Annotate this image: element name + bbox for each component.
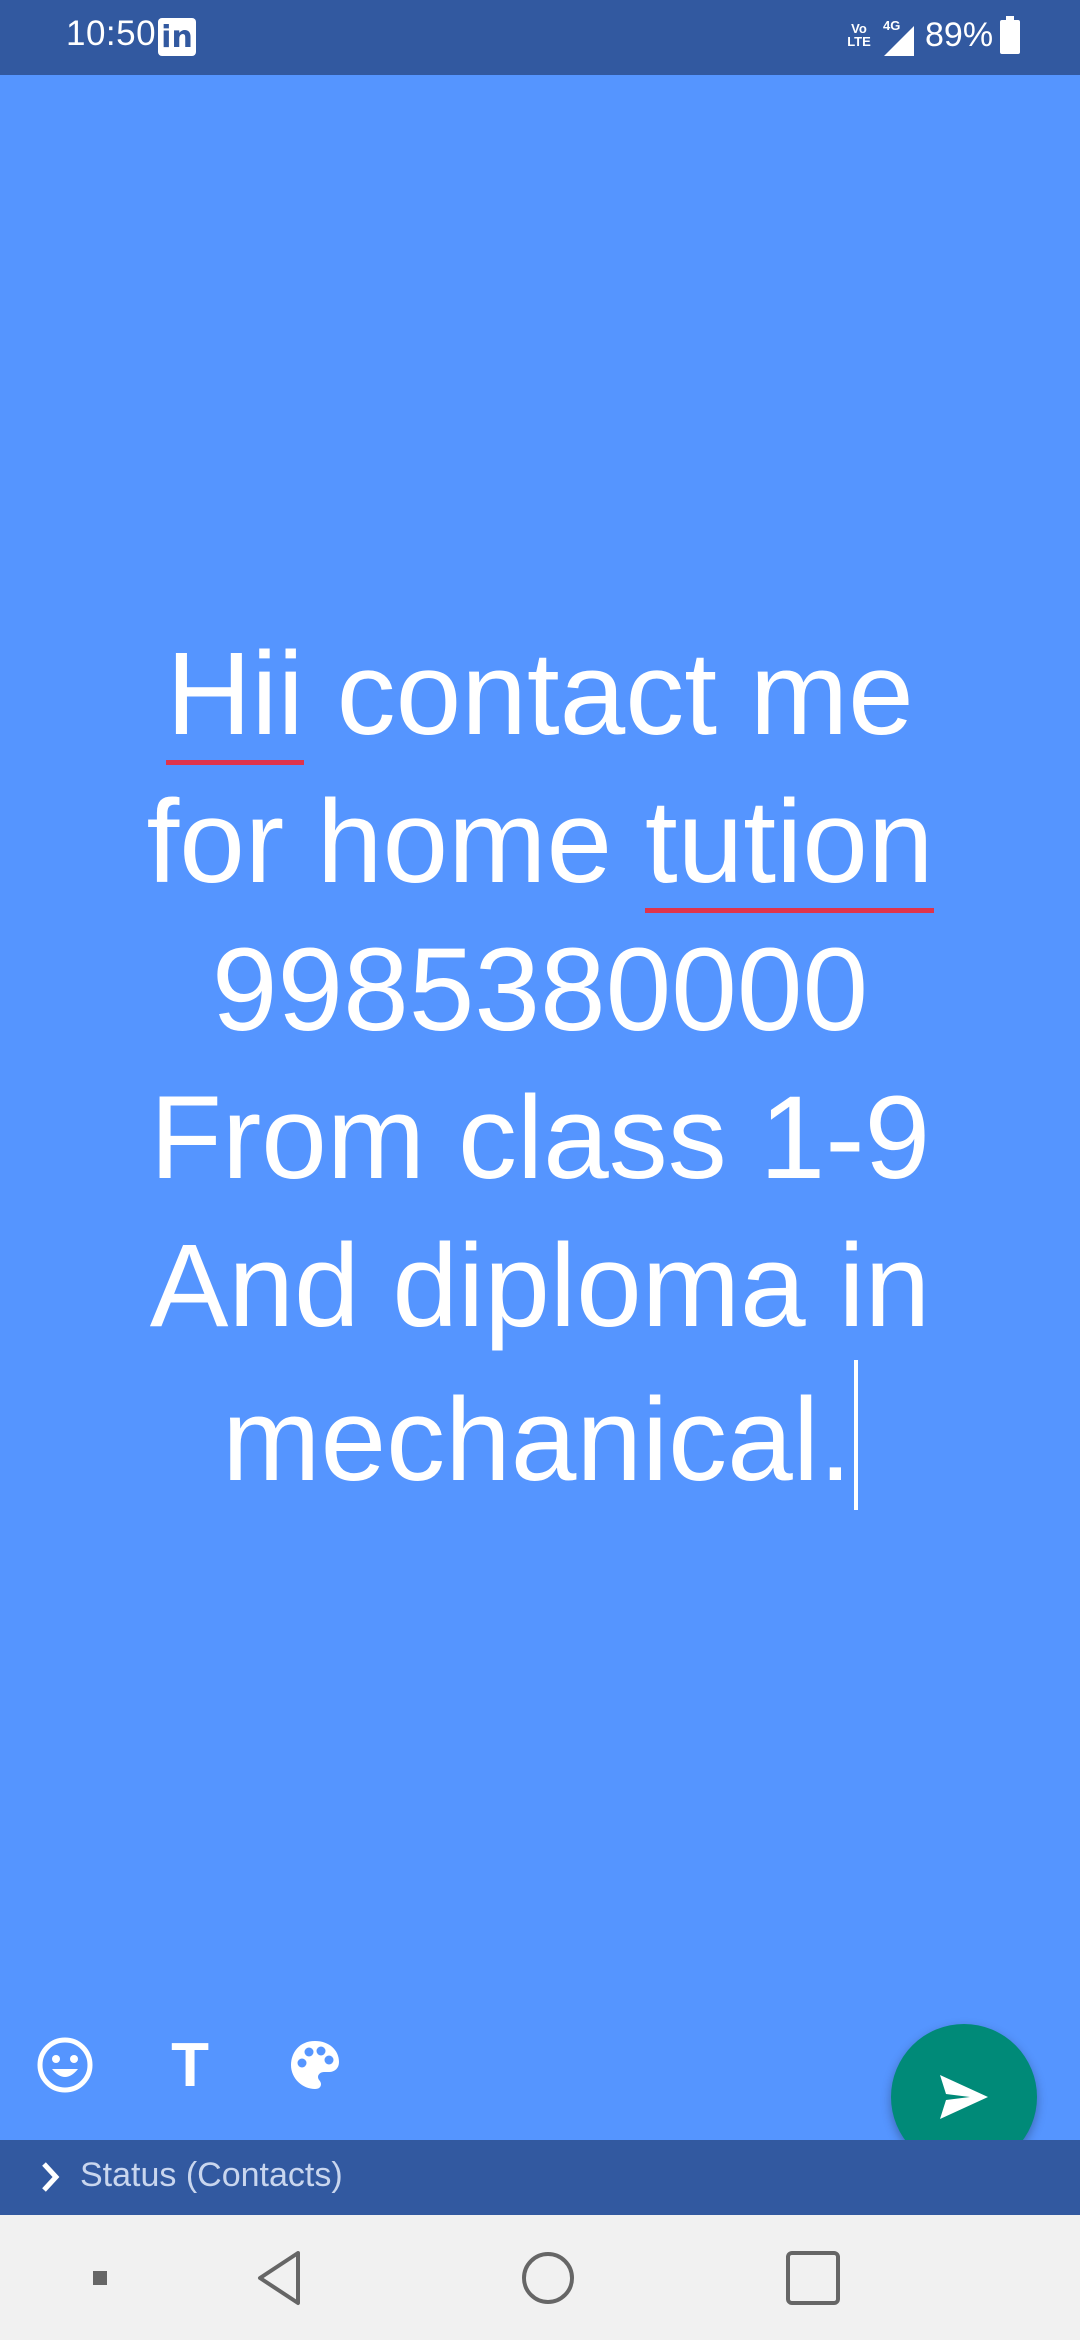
send-icon — [940, 2075, 988, 2119]
text-line-6: mechanical. — [0, 1360, 1080, 1514]
misspelled-word[interactable]: tution — [644, 776, 934, 913]
home-icon[interactable] — [513, 2243, 583, 2313]
emoji-icon — [37, 2037, 93, 2093]
palette-icon — [291, 2041, 339, 2089]
text-line-4: From class 1-9 — [149, 1072, 931, 1204]
emoji-button[interactable] — [30, 2030, 100, 2100]
text-style-button[interactable]: T — [155, 2030, 225, 2100]
text-line-1: Hii contact me — [0, 620, 1080, 768]
navigation-bar — [0, 2215, 1080, 2340]
clock: 10:50 — [66, 14, 157, 53]
misspelled-word[interactable]: Hii — [166, 628, 304, 765]
recents-icon[interactable] — [778, 2243, 848, 2313]
text-cursor — [853, 1360, 858, 1510]
battery-icon — [1000, 16, 1020, 54]
text-line-3: 9985380000 — [211, 924, 869, 1056]
status-audience-bar[interactable]: Status (Contacts) — [0, 2140, 1080, 2215]
signal-icon — [884, 26, 914, 56]
audience-label: Status (Contacts) — [80, 2156, 343, 2194]
chevron-right-icon — [42, 2162, 60, 2192]
volte-icon: Vo LTE — [847, 21, 871, 49]
text-segment: mechanical. — [222, 1374, 852, 1506]
text-segment: for home — [146, 776, 645, 908]
color-button[interactable] — [280, 2030, 350, 2100]
menu-dot-icon[interactable] — [65, 2243, 135, 2313]
status-bar: 10:50 in Vo LTE 4G 89% — [0, 0, 1080, 75]
text-segment: contact me — [303, 628, 914, 760]
linkedin-icon: in — [158, 18, 196, 56]
battery-percent: 89% — [925, 16, 994, 54]
status-text-editor[interactable]: Hii contact me for home tution 998538000… — [0, 620, 1080, 1514]
back-icon[interactable] — [248, 2243, 318, 2313]
text-line-5: And diploma in — [149, 1220, 931, 1352]
text-line-2: for home tution — [0, 768, 1080, 916]
